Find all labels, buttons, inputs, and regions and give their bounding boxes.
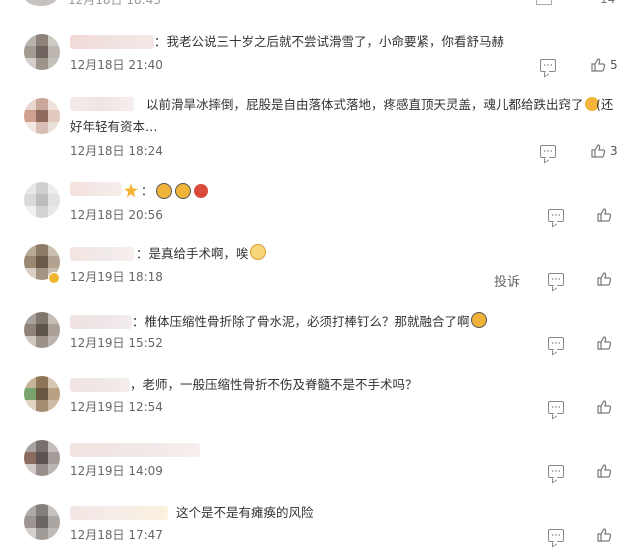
like-count: 14 xyxy=(600,0,615,6)
previous-comment-fragment: 12月18日 18:43 14 xyxy=(0,0,642,10)
like-button[interactable] xyxy=(596,527,612,543)
comment-text-tail: (还 xyxy=(596,97,614,112)
like-button[interactable] xyxy=(596,271,612,287)
report-link[interactable]: 投诉 xyxy=(494,271,520,290)
username-blurred[interactable] xyxy=(70,443,200,457)
like-count: 5 xyxy=(610,58,618,72)
avatar[interactable] xyxy=(24,98,60,134)
avatar[interactable] xyxy=(24,440,60,476)
comment-icon[interactable] xyxy=(548,273,564,286)
avatar xyxy=(24,0,58,6)
comment-icon[interactable] xyxy=(548,529,564,542)
comment-icon[interactable] xyxy=(536,0,552,5)
username-blurred[interactable] xyxy=(70,35,154,49)
like-button[interactable] xyxy=(596,463,612,479)
comment-icon[interactable] xyxy=(548,465,564,478)
like-button[interactable] xyxy=(596,335,612,351)
comment-text: ：我老公说三十岁之后就不尝试滑雪了，小命要紧，你看舒马赫 xyxy=(154,34,505,49)
devil-emoji xyxy=(194,183,209,198)
scream-emoji xyxy=(175,182,192,199)
gold-star-badge xyxy=(124,183,138,198)
comment-text-main: ：椎体压缩性骨折除了骨水泥，必须打棒钉么？那就融合了啊 xyxy=(132,314,470,329)
like-count: 3 xyxy=(610,144,618,158)
scream-emoji xyxy=(470,312,487,328)
like-button[interactable]: 5 xyxy=(590,57,618,73)
comment-icon[interactable] xyxy=(540,145,556,158)
comment-time: 12月18日 18:24 xyxy=(70,144,163,158)
username-blurred[interactable] xyxy=(70,378,130,392)
avatar[interactable] xyxy=(24,34,60,70)
comment-icon[interactable] xyxy=(548,209,564,222)
comment-text-main: ：是真给手术啊，唉 xyxy=(136,246,249,261)
like-button[interactable] xyxy=(596,207,612,223)
thumbs-up-icon xyxy=(597,400,612,414)
verified-badge-icon xyxy=(48,272,60,284)
comment-icon[interactable] xyxy=(540,59,556,72)
thumbs-up-icon xyxy=(597,272,612,286)
comment-icon[interactable] xyxy=(548,401,564,414)
thumbs-up-icon xyxy=(597,336,612,350)
username-blurred[interactable] xyxy=(70,315,132,329)
comment-time: 12月18日 20:56 xyxy=(70,208,163,222)
comment-text: ：椎体压缩性骨折除了骨水泥，必须打棒钉么？那就融合了啊 xyxy=(132,311,612,333)
avatar[interactable] xyxy=(24,182,60,218)
avatar[interactable] xyxy=(24,504,60,540)
comment-text: ，老师，一般压缩性骨折不伤及脊髓不是不手术吗？ xyxy=(130,377,418,392)
comment-time: 12月19日 12:54 xyxy=(70,400,163,414)
comment-time: 12月18日 21:40 xyxy=(70,58,163,72)
comment-time: 12月19日 14:09 xyxy=(70,464,163,478)
username-blurred[interactable] xyxy=(70,97,134,111)
thumbs-up-icon xyxy=(591,58,606,72)
comment-time: 12月18日 17:47 xyxy=(70,528,163,542)
comment-icon[interactable] xyxy=(548,337,564,350)
comment-time: 12月19日 15:52 xyxy=(70,336,163,350)
scream-emoji xyxy=(156,182,173,199)
thumbs-up-icon xyxy=(597,464,612,478)
emoji-row: ： xyxy=(124,182,209,199)
comment-text: 这个是不是有瘫痪的风险 xyxy=(176,505,314,520)
comment-time: 12月19日 18:18 xyxy=(70,270,163,284)
avatar[interactable] xyxy=(24,312,60,348)
username-blurred[interactable] xyxy=(70,182,122,196)
comment-text: 以前滑旱冰摔倒，屁股是自由落体式落地，疼感直顶天灵盖，魂儿都给跌出窍了 xyxy=(146,94,606,116)
comment-text: ：是真给手术啊，唉 xyxy=(136,243,436,265)
like-button[interactable]: 3 xyxy=(590,143,618,159)
comment-text-line2: 好年轻有资本… xyxy=(70,119,158,134)
thumbs-up-icon xyxy=(591,144,606,158)
thumbs-up-icon xyxy=(597,208,612,222)
avatar[interactable] xyxy=(24,376,60,412)
comment-time: 12月18日 18:43 xyxy=(68,0,161,7)
username-blurred[interactable] xyxy=(70,506,168,520)
sigh-emoji xyxy=(249,244,266,260)
thumbs-up-icon xyxy=(597,528,612,542)
like-button[interactable] xyxy=(596,399,612,415)
comment-text-main: 以前滑旱冰摔倒，屁股是自由落体式落地，疼感直顶天灵盖，魂儿都给跌出窍了 xyxy=(146,97,584,112)
username-blurred[interactable] xyxy=(70,247,134,261)
